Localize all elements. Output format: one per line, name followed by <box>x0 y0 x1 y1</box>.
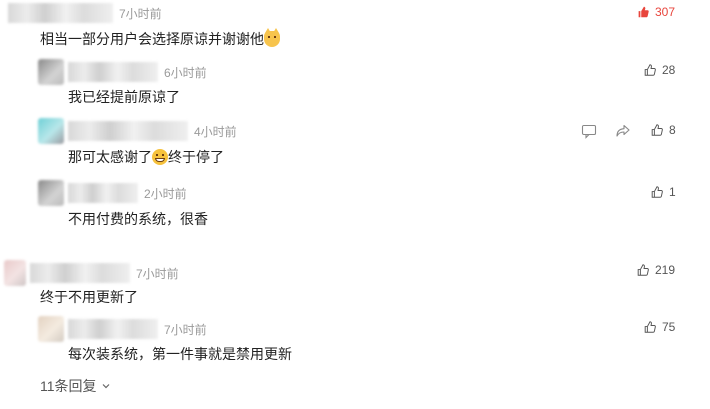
like-count: 307 <box>655 5 676 19</box>
comment-time: 7小时前 <box>119 6 162 21</box>
reply-text: 不用付费的系统，很香 <box>68 211 208 227</box>
like-count: 1 <box>669 185 676 199</box>
comment-time: 7小时前 <box>136 266 179 281</box>
avatar[interactable] <box>38 118 64 144</box>
comment-2-header: 7小时前 <box>4 260 179 286</box>
more-replies-button[interactable]: 11条回复 <box>40 376 111 396</box>
like-button[interactable]: 75 <box>643 320 675 334</box>
like-button[interactable]: 8 <box>650 123 676 137</box>
comment-1-header: 7小时前 <box>8 3 162 23</box>
comment-text: 终于不用更新了 <box>40 289 138 305</box>
comment-text: 相当一部分用户会选择原谅并谢谢他 <box>40 28 280 49</box>
reply-3-header: 2小时前 <box>38 180 187 206</box>
chevron-down-icon <box>102 384 109 389</box>
like-button[interactable]: 219 <box>636 263 675 277</box>
avatar[interactable] <box>4 260 26 286</box>
grin-emoji <box>152 149 168 165</box>
reply-text: 每次装系统，第一件事就是禁用更新 <box>68 346 292 362</box>
blurred-username[interactable] <box>68 319 158 339</box>
blurred-username[interactable] <box>30 263 130 283</box>
like-count: 8 <box>669 123 676 137</box>
reply-text: 我已经提前原谅了 <box>68 89 180 105</box>
like-button[interactable]: 28 <box>643 63 675 77</box>
like-count: 28 <box>662 63 676 77</box>
reply-text: 那可太感谢了 终于停了 <box>68 149 224 165</box>
heart-like-icon <box>638 6 649 18</box>
reply-time: 2小时前 <box>144 186 187 201</box>
blurred-username[interactable] <box>68 183 138 203</box>
thumbs-up-icon <box>644 64 656 76</box>
thumbs-up-icon <box>644 321 656 333</box>
thumbs-up-icon <box>637 264 649 276</box>
reply-time: 7小时前 <box>164 322 207 337</box>
reply-time: 4小时前 <box>194 124 237 139</box>
thumbs-up-icon <box>651 124 663 136</box>
avatar[interactable] <box>38 316 64 342</box>
like-button[interactable]: 1 <box>650 185 676 199</box>
like-count: 75 <box>662 320 676 334</box>
more-replies-label: 11条回复 <box>40 378 97 394</box>
cat-emoji <box>264 28 280 47</box>
like-button[interactable]: 307 <box>636 5 675 19</box>
share-icon[interactable] <box>615 123 631 139</box>
comment-icon[interactable] <box>581 123 597 139</box>
reply-1-header: 6小时前 <box>38 59 207 85</box>
avatar[interactable] <box>38 59 64 85</box>
thumbs-up-icon <box>651 186 663 198</box>
reply-2-header: 4小时前 <box>38 118 237 144</box>
blurred-username[interactable] <box>68 62 158 82</box>
like-count: 219 <box>655 263 676 277</box>
avatar[interactable] <box>38 180 64 206</box>
reply-time: 6小时前 <box>164 65 207 80</box>
blurred-username[interactable] <box>8 3 113 23</box>
reply-4-header: 7小时前 <box>38 316 207 342</box>
blurred-username[interactable] <box>68 121 188 141</box>
